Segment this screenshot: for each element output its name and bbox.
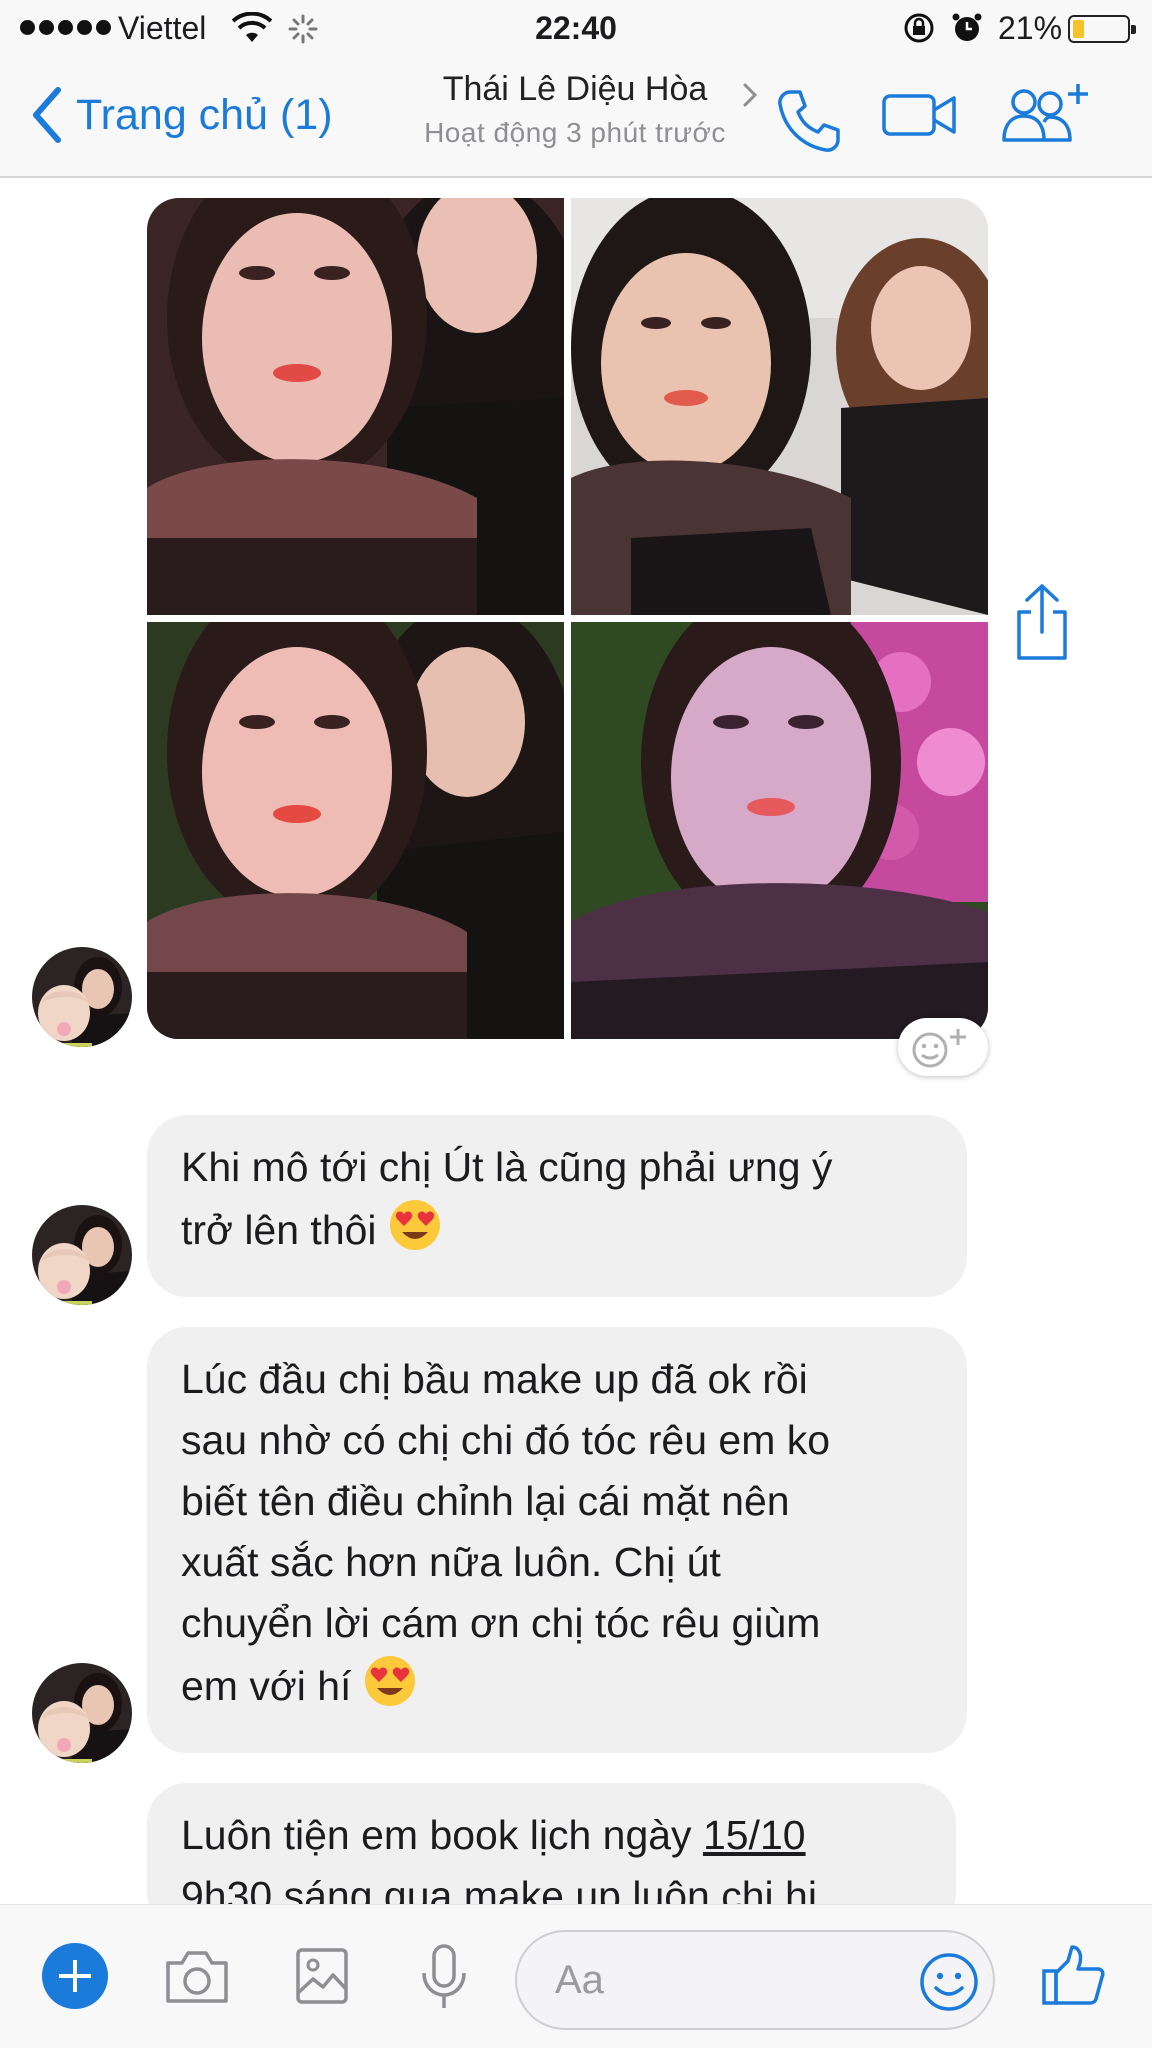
contact-title-button[interactable]: Thái Lê Diệu Hòa Hoạt động 3 phút trước bbox=[390, 70, 760, 149]
photo-4[interactable] bbox=[571, 622, 988, 1039]
chevron-left-icon bbox=[33, 87, 61, 143]
microphone-icon bbox=[422, 1944, 466, 2008]
back-button[interactable]: Trang chủ (1) bbox=[30, 86, 333, 144]
contact-avatar[interactable] bbox=[32, 1663, 132, 1763]
emoji-button[interactable] bbox=[919, 1952, 979, 2017]
photo-1[interactable] bbox=[147, 198, 564, 615]
emoji-icon bbox=[920, 1953, 978, 2011]
contact-name: Thái Lê Diệu Hòa bbox=[442, 70, 708, 108]
message-input-placeholder: Aa bbox=[555, 1958, 604, 2002]
add-reaction-icon bbox=[912, 1029, 966, 1068]
share-icon bbox=[1017, 584, 1067, 660]
message-input[interactable]: Aa bbox=[515, 1930, 995, 2030]
message-composer: Aa bbox=[0, 1904, 1152, 2048]
message-text: Khi mô tới chị Út là cũng phải ưng ý trở… bbox=[181, 1144, 833, 1253]
battery-level-fill bbox=[1073, 20, 1084, 38]
battery-icon bbox=[1068, 15, 1136, 43]
message-bubble[interactable]: Lúc đầu chị bầu make up đã ok rồi sau nh… bbox=[147, 1327, 967, 1753]
add-people-icon bbox=[1002, 84, 1088, 142]
message-bubble[interactable]: Khi mô tới chị Út là cũng phải ưng ý trở… bbox=[147, 1115, 967, 1297]
contact-avatar[interactable] bbox=[32, 1205, 132, 1305]
back-label: Trang chủ (1) bbox=[76, 90, 333, 139]
call-button[interactable] bbox=[776, 88, 842, 159]
thumbs-up-icon bbox=[1042, 1945, 1105, 2005]
share-button[interactable] bbox=[1013, 582, 1071, 667]
active-status: Hoạt động 3 phút trước bbox=[424, 117, 726, 148]
phone-icon bbox=[778, 90, 840, 152]
date-link[interactable]: 15/10 bbox=[703, 1812, 806, 1858]
video-camera-icon bbox=[882, 94, 956, 136]
message-text: Lúc đầu chị bầu make up đã ok rồi sau nh… bbox=[181, 1356, 831, 1709]
contact-avatar[interactable] bbox=[32, 947, 132, 1047]
camera-button[interactable] bbox=[164, 1949, 230, 2010]
photo-3[interactable] bbox=[147, 622, 564, 1039]
gallery-button[interactable] bbox=[295, 1947, 349, 2010]
chevron-right-icon bbox=[743, 83, 758, 107]
conversation-header: Trang chủ (1) Thái Lê Diệu Hòa Hoạt động… bbox=[0, 58, 1152, 178]
plus-icon[interactable] bbox=[42, 1943, 108, 2009]
status-bar: Viettel 22:40 21% bbox=[0, 0, 1152, 58]
rotation-lock-icon bbox=[903, 12, 935, 49]
camera-icon bbox=[166, 1951, 228, 2003]
like-button[interactable] bbox=[1040, 1943, 1106, 2014]
message-text: Luôn tiện em book lịch ngày bbox=[181, 1812, 703, 1858]
add-people-button[interactable] bbox=[1000, 82, 1092, 151]
heart-eyes-emoji bbox=[363, 1654, 417, 1725]
add-reaction-button[interactable] bbox=[898, 1018, 988, 1076]
video-call-button[interactable] bbox=[882, 92, 956, 143]
photo-2[interactable] bbox=[571, 198, 988, 615]
photo-grid bbox=[147, 198, 988, 1040]
battery-percent: 21% bbox=[998, 10, 1063, 46]
image-icon bbox=[296, 1948, 348, 2004]
alarm-icon bbox=[951, 12, 983, 49]
heart-eyes-emoji bbox=[388, 1198, 442, 1269]
microphone-button[interactable] bbox=[420, 1943, 468, 2016]
